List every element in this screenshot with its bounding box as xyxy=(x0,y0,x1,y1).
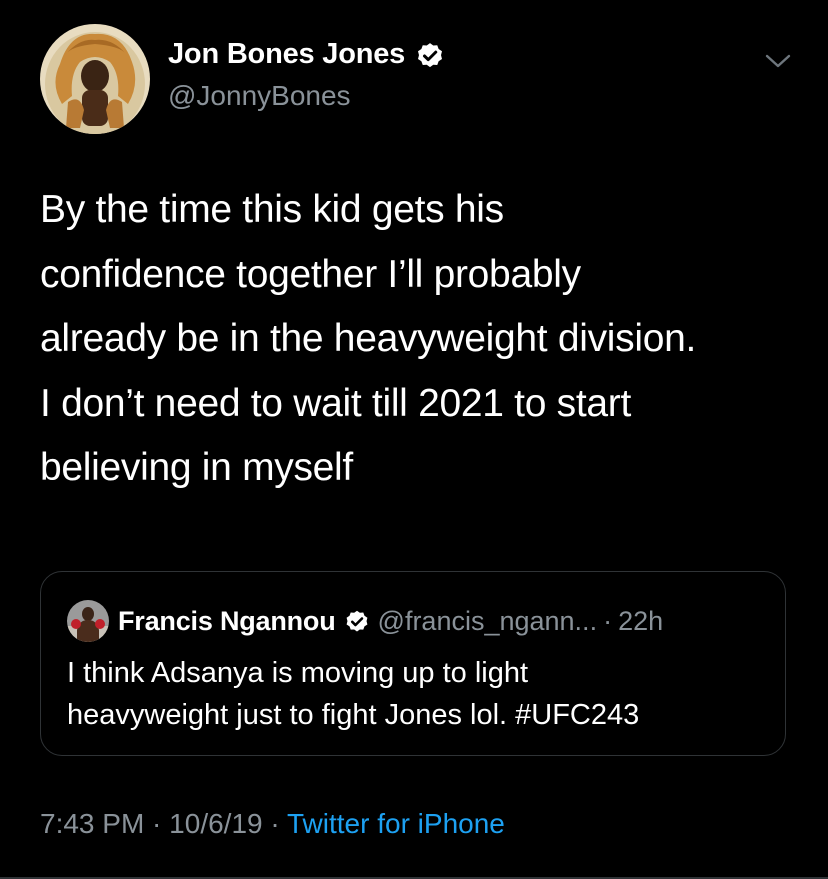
tweet-date[interactable]: 10/6/19 xyxy=(169,808,262,839)
quoted-author-handle[interactable]: @francis_ngann... xyxy=(378,606,598,637)
tweet-text: By the time this kid gets his confidence… xyxy=(40,178,810,501)
author-display-name[interactable]: Jon Bones Jones xyxy=(168,38,445,71)
separator-dot: · xyxy=(603,605,613,636)
tweet-line: I don’t need to wait till 2021 to start xyxy=(40,381,631,425)
author-avatar[interactable] xyxy=(40,24,150,134)
tweet-meta: 7:43 PM · 10/6/19 · Twitter for iPhone xyxy=(40,808,505,840)
quoted-line: I think Adsanya is moving up to light xyxy=(67,657,529,689)
chevron-down-icon[interactable] xyxy=(763,50,793,72)
tweet-line: believing in myself xyxy=(40,446,353,489)
tweet-line: already be in the heavyweight division. xyxy=(40,317,697,360)
quoted-line: heavyweight just to fight Jones lol. #UF… xyxy=(67,699,640,731)
tweet-time[interactable]: 7:43 PM xyxy=(40,808,144,839)
quoted-header: Francis Ngannou @francis_ngann... · 22h xyxy=(118,600,663,642)
verified-badge-icon xyxy=(418,42,443,67)
quoted-tweet-card[interactable]: Francis Ngannou @francis_ngann... · 22h … xyxy=(40,571,786,756)
quoted-author-name[interactable]: Francis Ngannou xyxy=(118,606,336,637)
lion-headdress-avatar-icon xyxy=(40,24,150,134)
quoted-timestamp[interactable]: 22h xyxy=(618,606,663,637)
tweet-line: By the time this kid gets his xyxy=(40,188,504,231)
verified-badge-icon xyxy=(346,610,367,632)
tweet-line: confidence together I’ll probably xyxy=(40,252,581,296)
quoted-author-avatar[interactable] xyxy=(67,600,109,642)
author-handle[interactable]: @JonnyBones xyxy=(168,80,351,112)
quoted-tweet-text: I think Adsanya is moving up to light he… xyxy=(67,652,767,736)
separator-dot: · xyxy=(262,808,287,839)
separator-dot: · xyxy=(144,808,170,839)
tweet-source-link[interactable]: Twitter for iPhone xyxy=(287,808,505,839)
author-name-text[interactable]: Jon Bones Jones xyxy=(168,38,405,71)
fighter-avatar-icon xyxy=(67,600,109,642)
